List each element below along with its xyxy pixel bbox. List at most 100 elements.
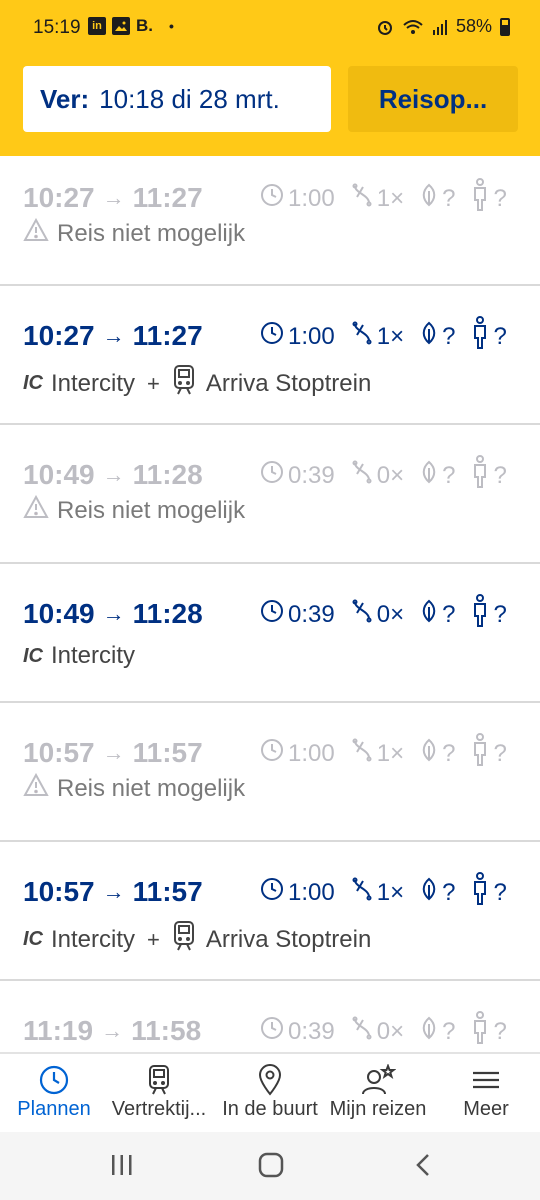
home-icon[interactable]: [258, 1152, 284, 1178]
warning-text: Reis niet mogelijk: [57, 219, 246, 247]
person-icon: [471, 316, 493, 357]
trip-card[interactable]: 10:27 → 11:27 1:00 1×?? Reis niet mogelijk: [0, 156, 540, 286]
arrow-icon: →: [102, 601, 125, 626]
nav-plannen[interactable]: Plannen: [0, 1064, 108, 1121]
train-icon: [105, 1064, 213, 1096]
transfer-icon: [351, 460, 377, 491]
trip-card[interactable]: 10:27 → 11:27 1:00 1×?? IC Intercity + Arriva St…: [0, 286, 540, 425]
transfers-value: 1×: [376, 878, 405, 906]
clock-icon: [260, 183, 288, 214]
trip-meta: 0:39 0×??: [260, 594, 507, 635]
arrival-time: 11:58: [131, 1015, 202, 1046]
trip-times: 10:27 → 11:27: [23, 320, 203, 352]
trip-details: IC Intercity + Arriva Stoptrein: [23, 920, 371, 959]
person-icon: [471, 872, 493, 913]
leaf-icon: [420, 877, 442, 908]
status-time: 15:19: [33, 17, 81, 38]
crowd: ?: [471, 455, 507, 496]
trip-list[interactable]: 10:27 → 11:27 1:00 1×?? Reis niet mogelijk 10:…: [0, 156, 540, 1052]
departure-time: 11:19: [23, 1015, 94, 1046]
status-notifications: in B. •: [88, 16, 174, 36]
leg-separator: +: [147, 926, 160, 952]
duration-value: 0:39: [288, 1017, 335, 1045]
transfers-value: 1×: [376, 739, 405, 767]
trip-times: 10:27 → 11:27: [23, 182, 203, 214]
leaf-icon: [420, 599, 442, 630]
leg-name: Intercity: [51, 369, 136, 397]
transfers: 1×: [351, 183, 404, 214]
nav-label: Meer: [463, 1098, 509, 1120]
crowd-value: ?: [493, 600, 507, 628]
duration-value: 1:00: [288, 878, 335, 906]
trip-card[interactable]: 10:49 → 11:28 0:39 0×?? IC Intercity: [0, 564, 540, 703]
image-icon: [112, 17, 130, 35]
trip-details: Reis niet mogelijk: [23, 772, 245, 804]
duration-value: 0:39: [288, 461, 335, 489]
transfers: 0×: [351, 1016, 404, 1047]
arrow-icon: →: [102, 740, 125, 765]
co2-value: ?: [442, 878, 456, 906]
transfers: 1×: [351, 877, 404, 908]
train-icon: [172, 364, 196, 403]
trip-card[interactable]: 10:57 → 11:57 1:00 1×?? Reis niet mogelijk: [0, 703, 540, 842]
trip-meta: 1:00 1×??: [260, 316, 507, 357]
duration: 0:39: [260, 1016, 335, 1047]
departure-time: 10:57: [23, 876, 95, 907]
departure-time: 10:27: [23, 320, 95, 351]
menu-icon: [432, 1064, 540, 1096]
nav-vertrektij[interactable]: Vertrektij...: [105, 1064, 213, 1121]
nav-label: Plannen: [17, 1098, 91, 1120]
warning-icon: [23, 494, 49, 526]
notification-dot: •: [169, 18, 174, 34]
co2-value: ?: [442, 600, 456, 628]
recent-apps-icon[interactable]: [110, 1152, 134, 1178]
trip-times: 11:19 → 11:58: [23, 1015, 201, 1047]
crowd-value: ?: [493, 1017, 507, 1045]
arrival-time: 11:28: [132, 459, 203, 490]
transfers: 0×: [351, 460, 404, 491]
departure-time: 10:49: [23, 459, 95, 490]
transfers-value: 1×: [376, 322, 405, 350]
clock-icon: [260, 460, 288, 491]
leg-name: Intercity: [51, 925, 136, 953]
person-icon: [471, 733, 493, 774]
transfer-icon: [351, 738, 377, 769]
person-icon: [471, 1011, 493, 1052]
crowd-value: ?: [493, 878, 507, 906]
crowd: ?: [471, 733, 507, 774]
co2-value: ?: [442, 1017, 456, 1045]
crowd-value: ?: [493, 461, 507, 489]
user-star-icon: [324, 1063, 432, 1096]
leaf-icon: [420, 738, 442, 769]
clock-icon: [260, 321, 288, 352]
nav-in-de-buurt[interactable]: In de buurt: [216, 1064, 324, 1121]
arrival-time: 11:57: [132, 876, 203, 907]
transfers-value: 1×: [376, 184, 405, 212]
nav-label: Mijn reizen: [329, 1098, 427, 1120]
duration: 1:00: [260, 877, 335, 908]
crowd: ?: [471, 872, 507, 913]
co2-value: ?: [442, 739, 456, 767]
trip-details: IC Intercity + Arriva Stoptrein: [23, 364, 371, 403]
duration: 0:39: [260, 599, 335, 630]
leg-name: Arriva Stoptrein: [205, 925, 372, 953]
transfers: 1×: [351, 738, 404, 769]
trip-card[interactable]: 11:19 → 11:58 0:39 0×??: [0, 981, 540, 1052]
transfer-icon: [351, 1016, 377, 1047]
leaf-icon: [420, 460, 442, 491]
co2: ?: [420, 460, 455, 491]
battery-percent: 58%: [455, 16, 492, 36]
nav-meer[interactable]: Meer: [432, 1064, 540, 1121]
back-icon[interactable]: [412, 1152, 434, 1178]
duration-value: 1:00: [288, 739, 335, 767]
travel-options-button[interactable]: Reisop...: [348, 66, 518, 132]
trip-times: 10:57 → 11:57: [23, 876, 203, 908]
trip-meta: 0:39 0×??: [260, 1011, 507, 1052]
trip-card[interactable]: 10:49 → 11:28 0:39 0×?? Reis niet mogelijk: [0, 425, 540, 564]
arrival-time: 11:28: [132, 598, 203, 629]
co2-value: ?: [442, 184, 456, 212]
transfers: 1×: [351, 321, 404, 352]
nav-mijn-reizen[interactable]: Mijn reizen: [324, 1063, 432, 1121]
departure-time-selector[interactable]: Ver: 10:18 di 28 mrt.: [23, 66, 331, 132]
trip-card[interactable]: 10:57 → 11:57 1:00 1×?? IC Intercity + Arriva St…: [0, 842, 540, 981]
